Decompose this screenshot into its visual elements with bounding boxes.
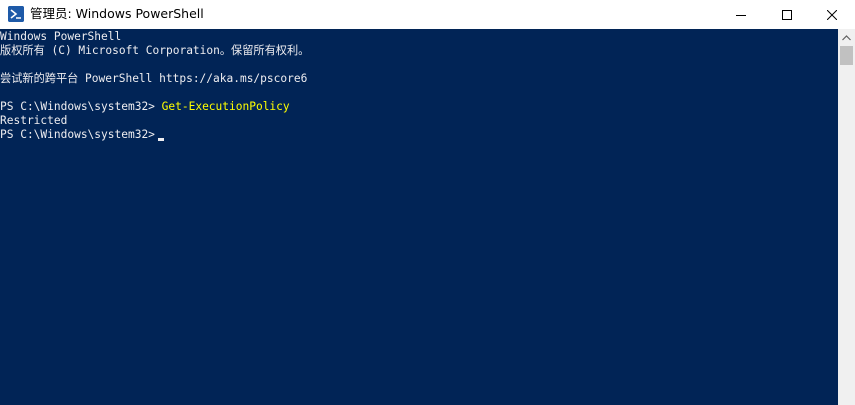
minimize-icon: [736, 14, 746, 16]
console-command: Get-ExecutionPolicy: [161, 100, 290, 113]
close-icon: [827, 9, 837, 20]
powershell-window: 管理员: Windows PowerShell Windows PowerShe…: [0, 0, 855, 405]
scrollbar-thumb[interactable]: [840, 46, 853, 65]
console-line: Windows PowerShell: [0, 30, 122, 43]
chevron-up-icon: [842, 34, 851, 40]
console-line: Restricted: [0, 114, 68, 127]
maximize-icon: [782, 9, 792, 20]
vertical-scrollbar[interactable]: [838, 29, 855, 405]
text-cursor: [157, 138, 164, 141]
scroll-up-button[interactable]: [838, 29, 855, 46]
console-prompt: PS C:\Windows\system32>: [0, 128, 155, 141]
window-title: 管理员: Windows PowerShell: [30, 6, 204, 21]
console-input-line[interactable]: PS C:\Windows\system32>: [0, 128, 164, 142]
close-button[interactable]: [809, 0, 855, 29]
console-line: 尝试新的跨平台 PowerShell https://aka.ms/pscore…: [0, 72, 308, 85]
console-prompt: PS C:\Windows\system32>: [0, 100, 162, 113]
console-prompt-line: PS C:\Windows\system32> Get-ExecutionPol…: [0, 100, 290, 114]
powershell-icon[interactable]: [8, 6, 24, 22]
title-bar[interactable]: 管理员: Windows PowerShell: [0, 0, 855, 29]
console-line: 版权所有 (C) Microsoft Corporation。保留所有权利。: [0, 44, 310, 57]
minimize-button[interactable]: [718, 0, 764, 29]
console-output[interactable]: Windows PowerShell 版权所有 (C) Microsoft Co…: [0, 29, 838, 405]
maximize-button[interactable]: [764, 0, 810, 29]
